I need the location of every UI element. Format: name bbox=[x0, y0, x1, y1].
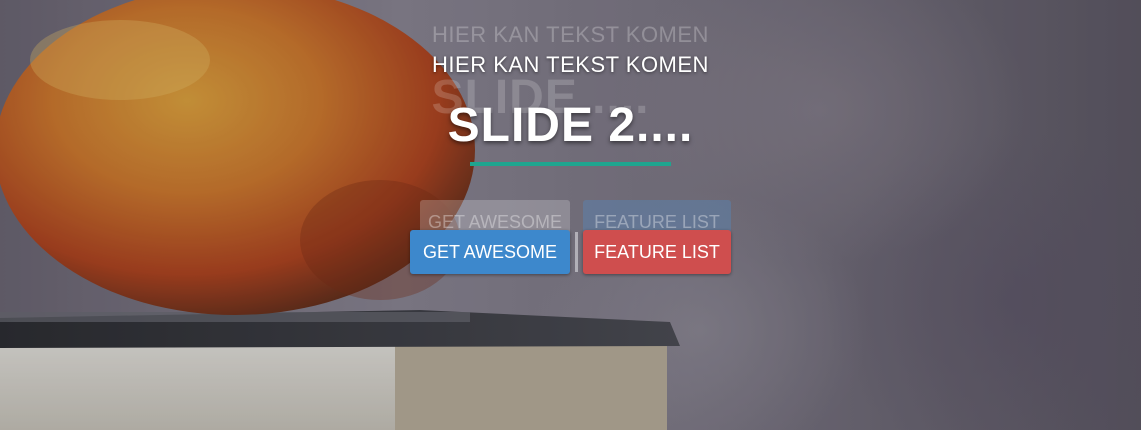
title-underline bbox=[470, 162, 671, 166]
slide-caption: HIER KAN TEKST KOMEN SLIDE .... HIER KAN… bbox=[0, 0, 1141, 430]
get-awesome-button[interactable]: GET AWESOME bbox=[410, 230, 570, 274]
button-divider bbox=[575, 232, 578, 272]
slide-title: SLIDE 2.... bbox=[447, 99, 694, 152]
slide-subtitle: HIER KAN TEKST KOMEN bbox=[432, 52, 709, 77]
ghost-subtitle: HIER KAN TEKST KOMEN bbox=[432, 22, 709, 47]
hero-slider: HIER KAN TEKST KOMEN SLIDE .... HIER KAN… bbox=[0, 0, 1141, 430]
feature-list-button[interactable]: FEATURE LIST bbox=[583, 230, 731, 274]
